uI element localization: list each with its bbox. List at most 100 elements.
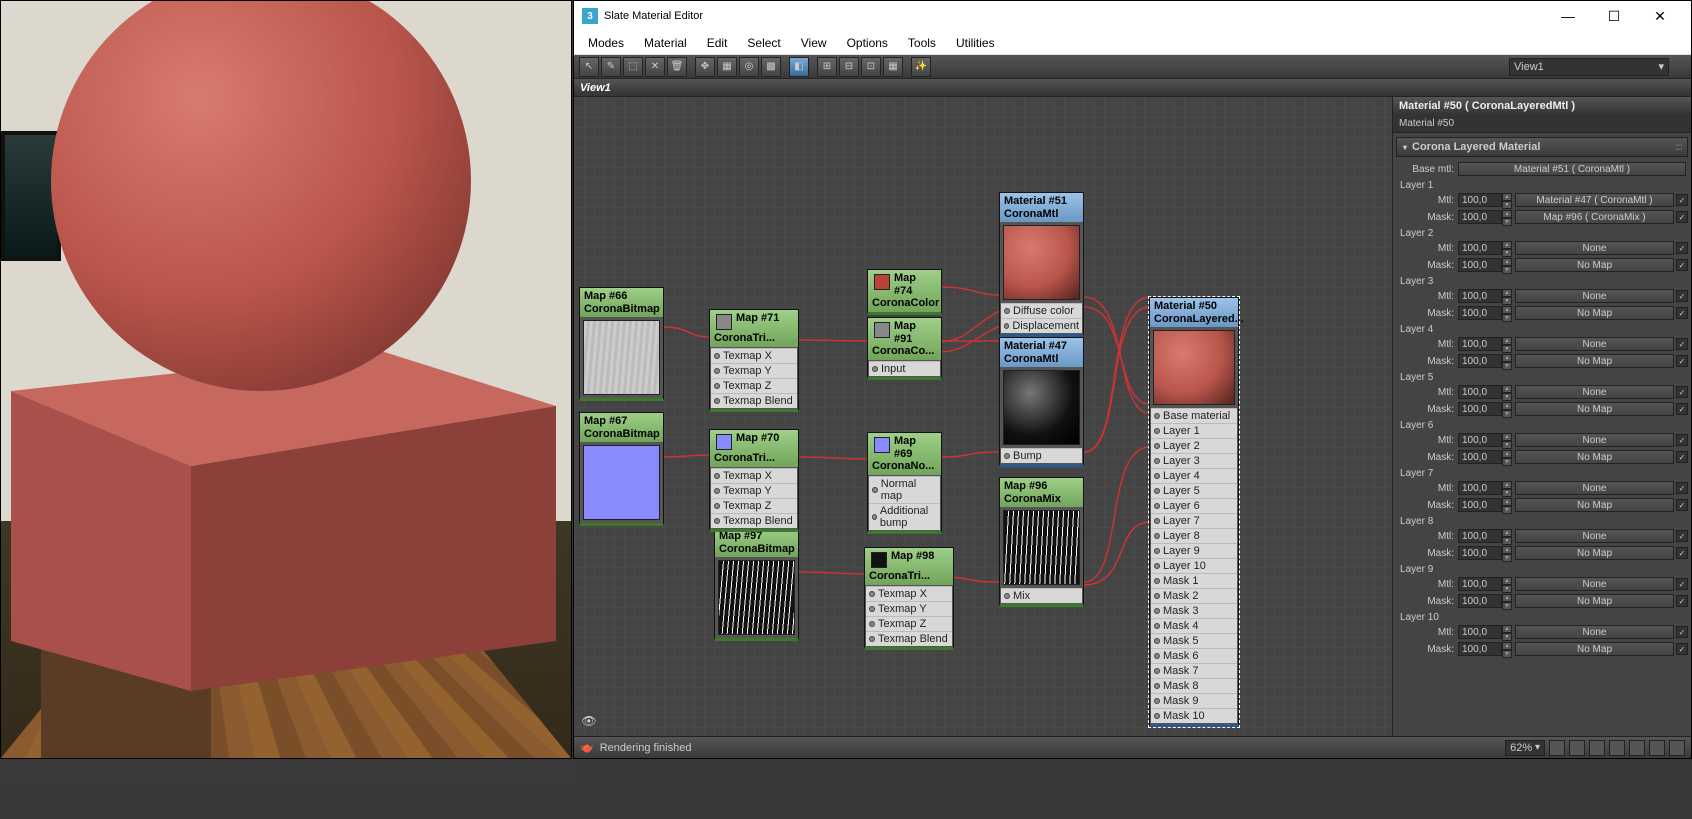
node-map-96[interactable]: Map #96CoronaMix Mix [999,477,1084,607]
enable-checkbox[interactable]: ✓ [1676,499,1688,511]
tool-pick-icon[interactable]: ✎ [601,57,621,77]
amount-spinner[interactable]: 100,0 [1458,402,1502,416]
mask-slot[interactable]: No Map [1515,306,1674,320]
navigator-icon[interactable]: 👁 [580,712,598,730]
node-socket-row[interactable]: Mask 5 [1151,633,1237,648]
enable-checkbox[interactable]: ✓ [1676,434,1688,446]
amount-spinner[interactable]: 100,0 [1458,354,1502,368]
mask-slot[interactable]: No Map [1515,498,1674,512]
status-icon-7[interactable] [1669,740,1685,756]
mask-slot[interactable]: No Map [1515,450,1674,464]
tool-showbg-icon[interactable]: ▩ [761,57,781,77]
view-tab[interactable]: View1 [574,79,1691,97]
spinner-buttons[interactable]: ▲▼ [1502,481,1512,495]
enable-checkbox[interactable]: ✓ [1676,194,1688,206]
spinner-buttons[interactable]: ▲▼ [1502,193,1512,207]
mask-slot[interactable]: No Map [1515,402,1674,416]
menu-select[interactable]: Select [737,36,790,50]
props-breadcrumb[interactable]: Material #50 [1393,115,1691,133]
node-socket-row[interactable]: Mask 1 [1151,573,1237,588]
node-socket-row[interactable]: Layer 1 [1151,423,1237,438]
spinner-buttons[interactable]: ▲▼ [1502,529,1512,543]
amount-spinner[interactable]: 100,0 [1458,498,1502,512]
node-socket-row[interactable]: Mask 4 [1151,618,1237,633]
status-icon-2[interactable] [1569,740,1585,756]
node-socket-row[interactable]: Mask 2 [1151,588,1237,603]
enable-checkbox[interactable]: ✓ [1676,595,1688,607]
mtl-slot[interactable]: None [1515,481,1674,495]
enable-checkbox[interactable]: ✓ [1676,578,1688,590]
tool-move-icon[interactable]: ✥ [695,57,715,77]
enable-checkbox[interactable]: ✓ [1676,530,1688,542]
amount-spinner[interactable]: 100,0 [1458,594,1502,608]
enable-checkbox[interactable]: ✓ [1676,290,1688,302]
spinner-buttons[interactable]: ▲▼ [1502,289,1512,303]
node-socket-row[interactable]: Layer 5 [1151,483,1237,498]
tool-assign-icon[interactable]: ⬚ [623,57,643,77]
mask-slot[interactable]: Map #96 ( CoronaMix ) [1515,210,1674,224]
menu-utilities[interactable]: Utilities [946,36,1005,50]
node-map-91[interactable]: Map #91CoronaCo... Input [867,317,942,380]
spinner-buttons[interactable]: ▲▼ [1502,546,1512,560]
node-map-97[interactable]: Map #97CoronaBitmap [714,527,799,641]
mtl-slot[interactable]: None [1515,385,1674,399]
spinner-buttons[interactable]: ▲▼ [1502,450,1512,464]
spinner-buttons[interactable]: ▲▼ [1502,306,1512,320]
node-map-74[interactable]: Map #74CoronaColor [867,269,942,315]
enable-checkbox[interactable]: ✓ [1676,355,1688,367]
node-socket-row[interactable]: Mask 6 [1151,648,1237,663]
amount-spinner[interactable]: 100,0 [1458,241,1502,255]
tool-cube-icon[interactable]: ◧ [789,57,809,77]
amount-spinner[interactable]: 100,0 [1458,210,1502,224]
enable-checkbox[interactable]: ✓ [1676,626,1688,638]
amount-spinner[interactable]: 100,0 [1458,337,1502,351]
amount-spinner[interactable]: 100,0 [1458,306,1502,320]
mtl-slot[interactable]: None [1515,433,1674,447]
enable-checkbox[interactable]: ✓ [1676,338,1688,350]
spinner-buttons[interactable]: ▲▼ [1502,577,1512,591]
spinner-buttons[interactable]: ▲▼ [1502,402,1512,416]
spinner-buttons[interactable]: ▲▼ [1502,594,1512,608]
window-maximize-button[interactable]: ☐ [1591,1,1637,31]
enable-checkbox[interactable]: ✓ [1676,386,1688,398]
node-material-47[interactable]: Material #47CoronaMtl Bump [999,337,1084,467]
amount-spinner[interactable]: 100,0 [1458,546,1502,560]
amount-spinner[interactable]: 100,0 [1458,258,1502,272]
tool-wand-icon[interactable]: ✨ [911,57,931,77]
amount-spinner[interactable]: 100,0 [1458,433,1502,447]
node-socket-row[interactable]: Layer 6 [1151,498,1237,513]
tool-layout3-icon[interactable]: ⊡ [861,57,881,77]
node-socket-row[interactable]: Base material [1151,408,1237,423]
enable-checkbox[interactable]: ✓ [1676,643,1688,655]
mask-slot[interactable]: No Map [1515,354,1674,368]
amount-spinner[interactable]: 100,0 [1458,289,1502,303]
navigator-dropdown[interactable]: View1▾ [1509,58,1669,76]
status-icon-6[interactable] [1649,740,1665,756]
spinner-buttons[interactable]: ▲▼ [1502,241,1512,255]
tool-select-icon[interactable]: ↖ [579,57,599,77]
zoom-readout[interactable]: 62% ▾ [1505,740,1545,756]
node-socket-row[interactable]: Mask 7 [1151,663,1237,678]
enable-checkbox[interactable]: ✓ [1676,403,1688,415]
tool-cross-icon[interactable]: ✕ [645,57,665,77]
node-socket-row[interactable]: Layer 2 [1151,438,1237,453]
tool-layout2-icon[interactable]: ⊟ [839,57,859,77]
base-mtl-slot[interactable]: Material #51 ( CoronaMtl ) [1458,162,1686,176]
mtl-slot[interactable]: None [1515,337,1674,351]
node-map-66[interactable]: Map #66CoronaBitmap [579,287,664,401]
tool-preview-icon[interactable]: ◎ [739,57,759,77]
tool-layout1-icon[interactable]: ⊞ [817,57,837,77]
status-icon-4[interactable] [1609,740,1625,756]
status-icon-3[interactable] [1589,740,1605,756]
node-socket-row[interactable]: Layer 4 [1151,468,1237,483]
mask-slot[interactable]: No Map [1515,258,1674,272]
amount-spinner[interactable]: 100,0 [1458,193,1502,207]
spinner-buttons[interactable]: ▲▼ [1502,258,1512,272]
tool-layout4-icon[interactable]: ▦ [883,57,903,77]
spinner-buttons[interactable]: ▲▼ [1502,337,1512,351]
mtl-slot[interactable]: Material #47 ( CoronaMtl ) [1515,193,1674,207]
spinner-buttons[interactable]: ▲▼ [1502,354,1512,368]
node-map-70[interactable]: Map #70CoronaTri... Texmap X Texmap Y Te… [709,429,799,532]
node-material-51[interactable]: Material #51CoronaMtl Diffuse color Disp… [999,192,1084,337]
status-icon-1[interactable] [1549,740,1565,756]
